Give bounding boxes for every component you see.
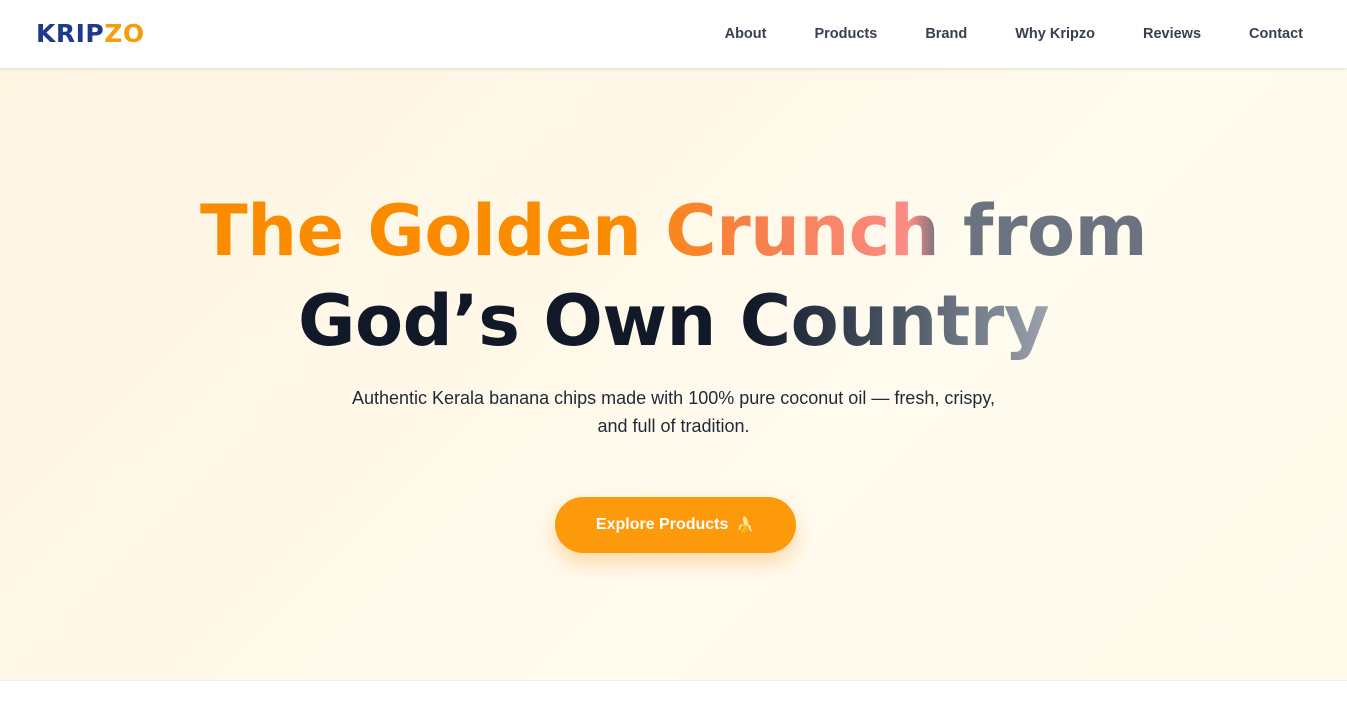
hero-headline: The Golden Crunch from God’s Own Country bbox=[0, 186, 1347, 366]
logo[interactable]: KRIPZO bbox=[36, 18, 145, 50]
explore-products-label: Explore Products bbox=[595, 516, 729, 533]
headline-line-1-text: The Golden Crunch from bbox=[199, 190, 1148, 272]
navbar: KRIPZO About Products Brand Why Kripzo R… bbox=[0, 0, 1347, 68]
headline-line-2: God’s Own Country bbox=[0, 276, 1347, 366]
headline-line-2-text: God’s Own Country bbox=[298, 280, 1049, 362]
nav-link-why-kripzo[interactable]: Why Kripzo bbox=[1015, 26, 1095, 42]
nav-link-brand[interactable]: Brand bbox=[925, 26, 967, 42]
logo-part-b: ZO bbox=[104, 19, 145, 48]
nav-links: About Products Brand Why Kripzo Reviews … bbox=[725, 0, 1303, 68]
logo-part-a: KRIP bbox=[36, 19, 105, 48]
hero-subtitle: Authentic Kerala banana chips made with … bbox=[0, 384, 1347, 440]
subtitle-line-1: Authentic Kerala banana chips made with … bbox=[351, 388, 996, 408]
explore-products-button[interactable]: Explore Products 🍌 bbox=[555, 497, 796, 553]
subtitle-line-2: and full of tradition. bbox=[597, 416, 750, 436]
banana-icon: 🍌 bbox=[736, 517, 756, 534]
nav-link-contact[interactable]: Contact bbox=[1249, 26, 1303, 42]
headline-line-1: The Golden Crunch from bbox=[0, 186, 1347, 276]
nav-link-products[interactable]: Products bbox=[814, 26, 877, 42]
nav-link-about[interactable]: About bbox=[725, 26, 767, 42]
nav-link-reviews[interactable]: Reviews bbox=[1143, 26, 1201, 42]
hero-section: The Golden Crunch from God’s Own Country… bbox=[0, 68, 1347, 681]
